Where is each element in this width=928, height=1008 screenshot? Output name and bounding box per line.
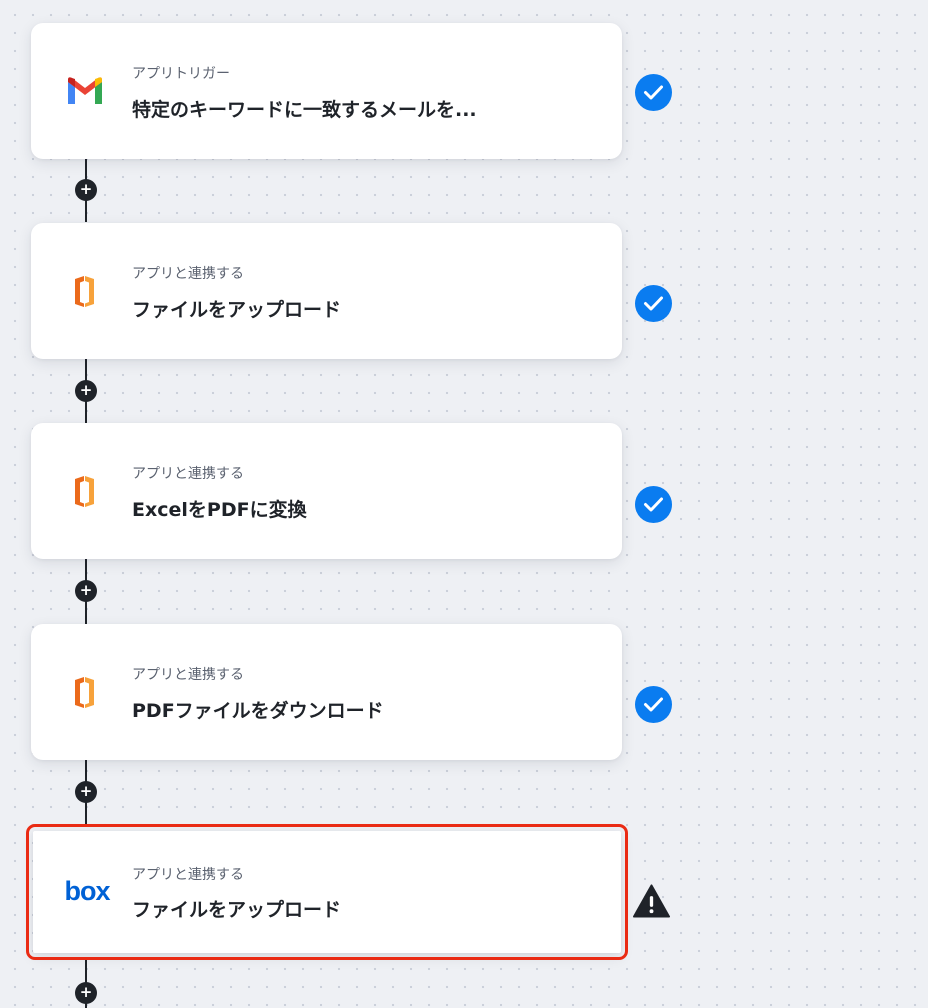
step-title: ExcelをPDFに変換 bbox=[132, 499, 307, 521]
box-logo-icon: box bbox=[61, 875, 113, 907]
office-document-icon bbox=[65, 475, 105, 507]
check-icon bbox=[635, 686, 672, 723]
box-logo-text: box bbox=[64, 876, 110, 906]
flow-step-card[interactable]: アプリと連携する ExcelをPDFに変換 bbox=[31, 423, 622, 559]
step-type-label: アプリトリガー bbox=[132, 66, 230, 82]
check-icon bbox=[635, 74, 672, 111]
check-icon bbox=[635, 285, 672, 322]
check-icon bbox=[635, 486, 672, 523]
flow-step-card[interactable]: アプリトリガー 特定のキーワードに一致するメールを... bbox=[31, 23, 622, 159]
step-type-label: アプリと連携する bbox=[132, 466, 244, 482]
step-title: PDFファイルをダウンロード bbox=[132, 700, 384, 722]
add-step-button[interactable]: + bbox=[75, 982, 97, 1004]
flow-step-card[interactable]: アプリと連携する ファイルをアップロード bbox=[31, 223, 622, 359]
office-document-icon bbox=[65, 275, 105, 307]
step-title: ファイルをアップロード bbox=[132, 299, 342, 321]
office-document-icon bbox=[65, 676, 105, 708]
add-step-button[interactable]: + bbox=[75, 580, 97, 602]
add-step-button[interactable]: + bbox=[75, 781, 97, 803]
flow-step-card[interactable]: アプリと連携する PDFファイルをダウンロード bbox=[31, 624, 622, 760]
step-title: 特定のキーワードに一致するメールを... bbox=[132, 99, 477, 121]
step-type-label: アプリと連携する bbox=[132, 266, 244, 282]
step-type-label: アプリと連携する bbox=[132, 667, 244, 683]
warning-icon bbox=[633, 882, 670, 919]
add-step-button[interactable]: + bbox=[75, 179, 97, 201]
step-title: ファイルをアップロード bbox=[132, 899, 342, 921]
gmail-icon bbox=[65, 75, 105, 107]
add-step-button[interactable]: + bbox=[75, 380, 97, 402]
flow-step-card-selected[interactable]: box アプリと連携する ファイルをアップロード bbox=[26, 824, 628, 960]
step-type-label: アプリと連携する bbox=[132, 867, 244, 883]
